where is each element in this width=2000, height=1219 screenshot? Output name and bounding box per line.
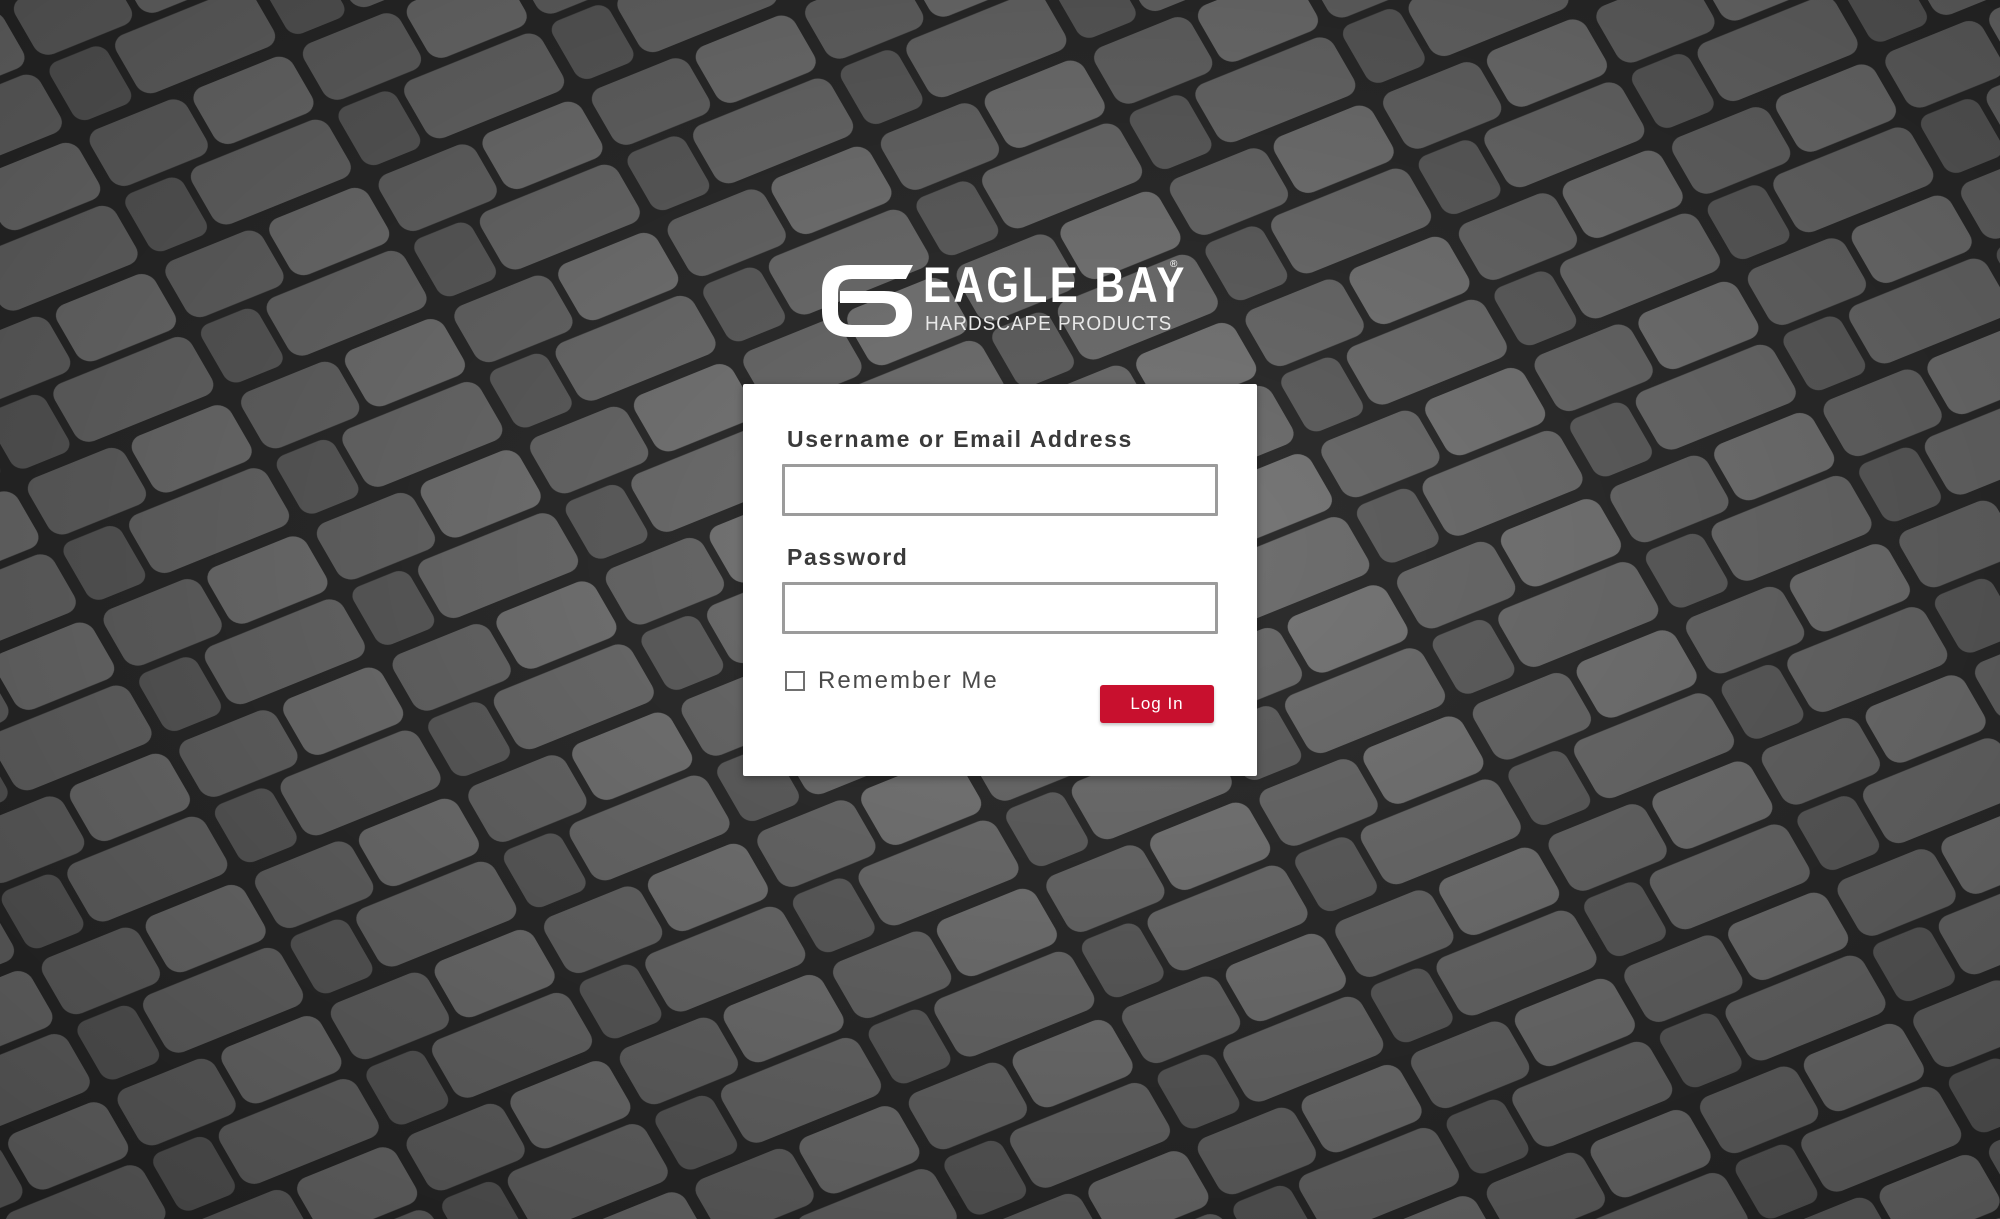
password-input[interactable] (782, 582, 1218, 634)
remember-me-checkbox[interactable] (785, 671, 805, 691)
brand-name: EAGLE BAY (923, 257, 1187, 313)
brand-tagline: HARDSCAPE PRODUCTS (925, 313, 1173, 335)
login-form-card: Username or Email Address Password Remem… (743, 384, 1257, 776)
brand-logo: EAGLE BAY ® HARDSCAPE PRODUCTS (818, 255, 1184, 343)
remember-me-option[interactable]: Remember Me (785, 667, 999, 695)
remember-me-label[interactable]: Remember Me (818, 667, 999, 695)
username-label: Username or Email Address (787, 426, 1133, 452)
login-page: EAGLE BAY ® HARDSCAPE PRODUCTS Username … (0, 0, 2000, 1219)
log-in-button[interactable]: Log In (1100, 685, 1214, 723)
password-label: Password (787, 544, 909, 570)
username-input[interactable] (782, 464, 1218, 516)
registered-mark: ® (1170, 259, 1178, 270)
